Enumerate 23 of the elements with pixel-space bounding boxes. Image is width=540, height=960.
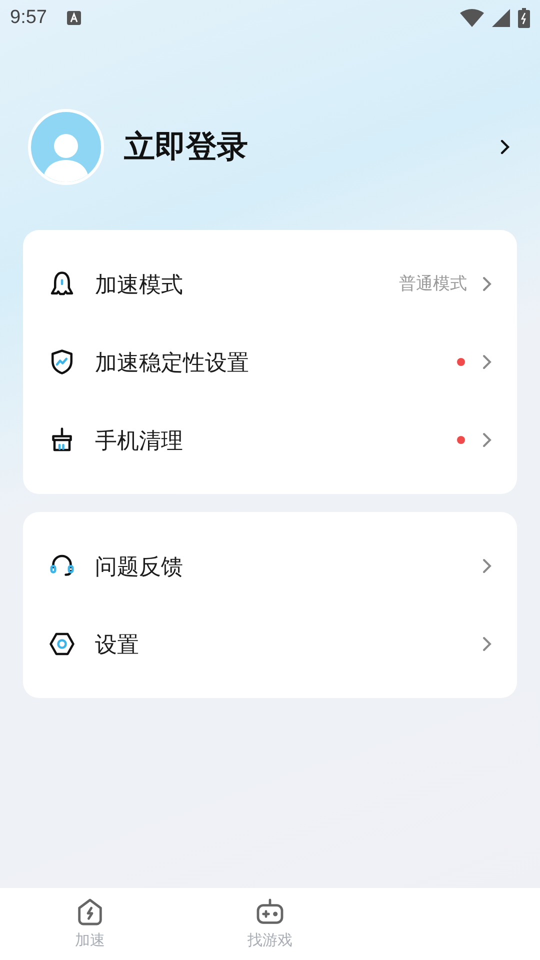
menu-label: 手机清理	[95, 426, 183, 454]
keyboard-icon	[66, 11, 81, 25]
battery-icon	[518, 8, 530, 28]
signal-icon	[492, 9, 510, 27]
menu-item[interactable]: 加速模式 普通模式	[23, 245, 517, 323]
chevron-icon	[481, 353, 493, 371]
chevron-icon	[481, 557, 493, 575]
wifi-icon	[460, 9, 484, 27]
menu-label: 加速模式	[95, 270, 183, 298]
login-link[interactable]: 立即登录	[124, 124, 248, 170]
menu-label: 加速稳定性设置	[95, 348, 249, 376]
menu-item[interactable]: 加速稳定性设置	[23, 323, 517, 401]
chevron-icon	[481, 431, 493, 449]
chevron-icon	[498, 137, 512, 157]
status-time: 9:57	[10, 6, 47, 30]
menu-label: 问题反馈	[95, 552, 183, 580]
chevron-icon	[481, 275, 493, 293]
menu-item[interactable]: 问题反馈	[23, 527, 517, 605]
chevron-icon	[481, 635, 493, 653]
menu-label: 设置	[95, 630, 139, 658]
menu-item[interactable]: 设置	[23, 605, 517, 683]
menu-item[interactable]: 手机清理	[23, 401, 517, 479]
menu-value: 普通模式	[399, 273, 467, 296]
